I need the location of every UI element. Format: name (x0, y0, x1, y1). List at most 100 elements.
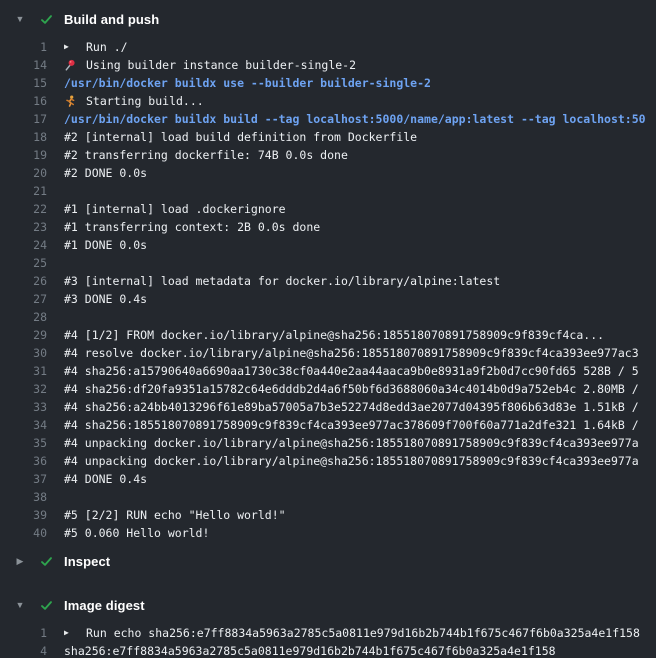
log-text: #4 DONE 0.4s (47, 470, 147, 488)
section-header-inspect[interactable]: ▶ Inspect (0, 542, 656, 580)
log-line[interactable]: 33#4 sha256:a24bb4013296f61e89ba57005a7b… (0, 398, 656, 416)
log-line[interactable]: 17/usr/bin/docker buildx build --tag loc… (0, 110, 656, 128)
log-text-content: #4 [1/2] FROM docker.io/library/alpine@s… (64, 326, 604, 344)
run-toggle-icon[interactable]: ▶ (64, 624, 86, 642)
section-header-image-digest[interactable]: ▼Image digest (0, 586, 656, 624)
chevron-right-icon[interactable]: ▶ (13, 556, 27, 567)
log-line[interactable]: 15/usr/bin/docker buildx use --builder b… (0, 74, 656, 92)
log-text-content: #4 resolve docker.io/library/alpine@sha2… (64, 344, 639, 362)
log-text: #4 sha256:a15790640a6690aa1730c38cf0a440… (47, 362, 639, 380)
log-text (47, 308, 64, 326)
section-header-build-and-push[interactable]: ▼ Build and push (0, 0, 656, 38)
log-text-content: #1 [internal] load .dockerignore (64, 200, 286, 218)
line-number[interactable]: 29 (0, 326, 47, 344)
log-line[interactable]: 22 #1 [internal] load .dockerignore (0, 200, 656, 218)
log-text: #5 0.060 Hello world! (47, 524, 209, 542)
log-text-content: #4 sha256:a15790640a6690aa1730c38cf0a440… (64, 362, 639, 380)
line-number[interactable]: 20 (0, 164, 47, 182)
log-line[interactable]: 31 #4 sha256:a15790640a6690aa1730c38cf0a4… (0, 362, 656, 380)
section-title: Build and push (64, 12, 159, 27)
log-line[interactable]: 32#4 sha256:df20fa9351a15782c64e6dddb2d4… (0, 380, 656, 398)
pushpin-icon (64, 59, 86, 71)
log-text-content: #4 DONE 0.4s (64, 470, 147, 488)
line-number[interactable]: 14 (0, 56, 47, 74)
log-line[interactable]: 34#4 sha256:185518070891758909c9f839cf4c… (0, 416, 656, 434)
log-text: #2 transferring dockerfile: 74B 0.0s don… (47, 146, 348, 164)
log-line[interactable]: 20#2 DONE 0.0s (0, 164, 656, 182)
log-line[interactable]: 25 (0, 254, 656, 272)
log-line[interactable]: 24#1 DONE 0.0s (0, 236, 656, 254)
log-text-content: sha256:e7ff8834a5963a2785c5a0811e979d16b… (64, 642, 556, 658)
log-text: ▶Run ./ (47, 38, 128, 56)
line-number[interactable]: 25 (0, 254, 47, 272)
chevron-down-icon[interactable]: ▼ (13, 600, 27, 610)
log-line[interactable]: 16 Starting build... (0, 92, 656, 110)
line-number[interactable]: 26 (0, 272, 47, 290)
log-text: sha256:e7ff8834a5963a2785c5a0811e979d16b… (47, 642, 556, 658)
log-text: #2 [internal] load build definition from… (47, 128, 417, 146)
line-number[interactable]: 22 (0, 200, 47, 218)
log-text: #4 [1/2] FROM docker.io/library/alpine@s… (47, 326, 604, 344)
log-line[interactable]: 29 #4 [1/2] FROM docker.io/library/alpine… (0, 326, 656, 344)
line-number[interactable]: 32 (0, 380, 47, 398)
log-line[interactable]: 4 sha256:e7ff8834a5963a2785c5a0811e979d16… (0, 642, 656, 658)
log-line[interactable]: 1▶Run echo sha256:e7ff8834a5963a2785c5a0… (0, 624, 656, 642)
log-text-content: /usr/bin/docker buildx use --builder bui… (64, 74, 431, 92)
line-number[interactable]: 17 (0, 110, 47, 128)
line-number[interactable]: 39 (0, 506, 47, 524)
log-line[interactable]: 18#2 [internal] load build definition fr… (0, 128, 656, 146)
line-number[interactable]: 16 (0, 92, 47, 110)
log-line[interactable]: 23#1 transferring context: 2B 0.0s done (0, 218, 656, 236)
line-number[interactable]: 40 (0, 524, 47, 542)
log-line[interactable]: 14Using builder instance builder-single-… (0, 56, 656, 74)
log-text: #4 sha256:df20fa9351a15782c64e6dddb2d4a6… (47, 380, 639, 398)
log-line[interactable]: 27#3 DONE 0.4s (0, 290, 656, 308)
log-text: #5 [2/2] RUN echo "Hello world!" (47, 506, 286, 524)
line-number[interactable]: 30 (0, 344, 47, 362)
run-toggle-icon[interactable]: ▶ (64, 38, 86, 56)
log-line[interactable]: 19 #2 transferring dockerfile: 74B 0.0s d… (0, 146, 656, 164)
log-line[interactable]: 26#3 [internal] load metadata for docker… (0, 272, 656, 290)
line-number[interactable]: 19 (0, 146, 47, 164)
log-text (47, 488, 64, 506)
log-line[interactable]: 37 #4 DONE 0.4s (0, 470, 656, 488)
log-text: #1 [internal] load .dockerignore (47, 200, 286, 218)
log-text-content: Starting build... (86, 92, 204, 110)
log-line[interactable]: 21 (0, 182, 656, 200)
check-icon (38, 11, 54, 27)
line-number[interactable]: 38 (0, 488, 47, 506)
line-number[interactable]: 21 (0, 182, 47, 200)
log-line[interactable]: 1▶Run ./ (0, 38, 656, 56)
log-text: ▶Run echo sha256:e7ff8834a5963a2785c5a08… (47, 624, 640, 642)
log-line[interactable]: 30 #4 resolve docker.io/library/alpine@sh… (0, 344, 656, 362)
line-number[interactable]: 15 (0, 74, 47, 92)
check-icon (38, 597, 54, 613)
section-log-lines: 1▶Run ./14Using builder instance builder… (0, 38, 656, 542)
line-number[interactable]: 31 (0, 362, 47, 380)
log-text-content: #5 0.060 Hello world! (64, 524, 209, 542)
line-number[interactable]: 18 (0, 128, 47, 146)
log-text (47, 254, 64, 272)
log-text-content: #2 transferring dockerfile: 74B 0.0s don… (64, 146, 348, 164)
line-number[interactable]: 36 (0, 452, 47, 470)
log-line[interactable]: 38 (0, 488, 656, 506)
log-line[interactable]: 40 #5 0.060 Hello world! (0, 524, 656, 542)
line-number[interactable]: 1 (0, 624, 47, 642)
log-line[interactable]: 39#5 [2/2] RUN echo "Hello world!" (0, 506, 656, 524)
line-number[interactable]: 23 (0, 218, 47, 236)
log-text: #4 resolve docker.io/library/alpine@sha2… (47, 344, 639, 362)
log-line[interactable]: 36#4 unpacking docker.io/library/alpine@… (0, 452, 656, 470)
chevron-down-icon[interactable]: ▼ (13, 14, 27, 24)
line-number[interactable]: 4 (0, 642, 47, 658)
section-title: Inspect (64, 554, 110, 569)
log-line[interactable]: 35#4 unpacking docker.io/library/alpine@… (0, 434, 656, 452)
line-number[interactable]: 33 (0, 398, 47, 416)
line-number[interactable]: 37 (0, 470, 47, 488)
line-number[interactable]: 35 (0, 434, 47, 452)
log-line[interactable]: 28 (0, 308, 656, 326)
line-number[interactable]: 28 (0, 308, 47, 326)
line-number[interactable]: 24 (0, 236, 47, 254)
line-number[interactable]: 34 (0, 416, 47, 434)
line-number[interactable]: 1 (0, 38, 47, 56)
line-number[interactable]: 27 (0, 290, 47, 308)
